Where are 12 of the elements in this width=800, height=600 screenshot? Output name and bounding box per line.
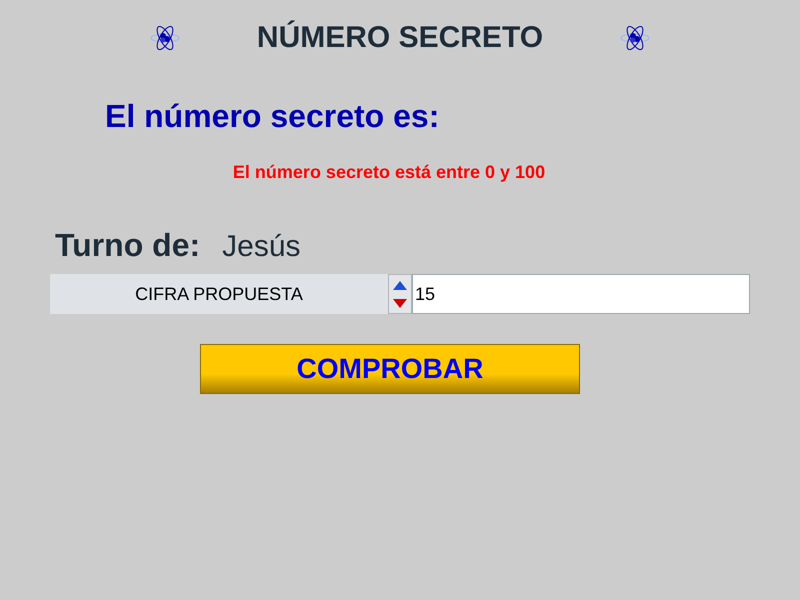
hint-text: El número secreto está entre 0 y 100 (232, 162, 546, 182)
increment-icon[interactable] (392, 278, 408, 290)
atom-icon (150, 23, 180, 53)
app-title: NÚMERO SECRETO (256, 21, 544, 55)
guess-label: CIFRA PROPUESTA (50, 274, 388, 314)
check-button[interactable]: COMPROBAR (200, 344, 580, 394)
player-name: Jesús (222, 230, 301, 264)
decrement-icon[interactable] (392, 298, 408, 310)
atom-icon (620, 23, 650, 53)
guess-input[interactable]: 15 (412, 274, 750, 314)
turn-label: Turno de: (55, 227, 200, 264)
secret-heading: El número secreto es: (105, 98, 440, 134)
